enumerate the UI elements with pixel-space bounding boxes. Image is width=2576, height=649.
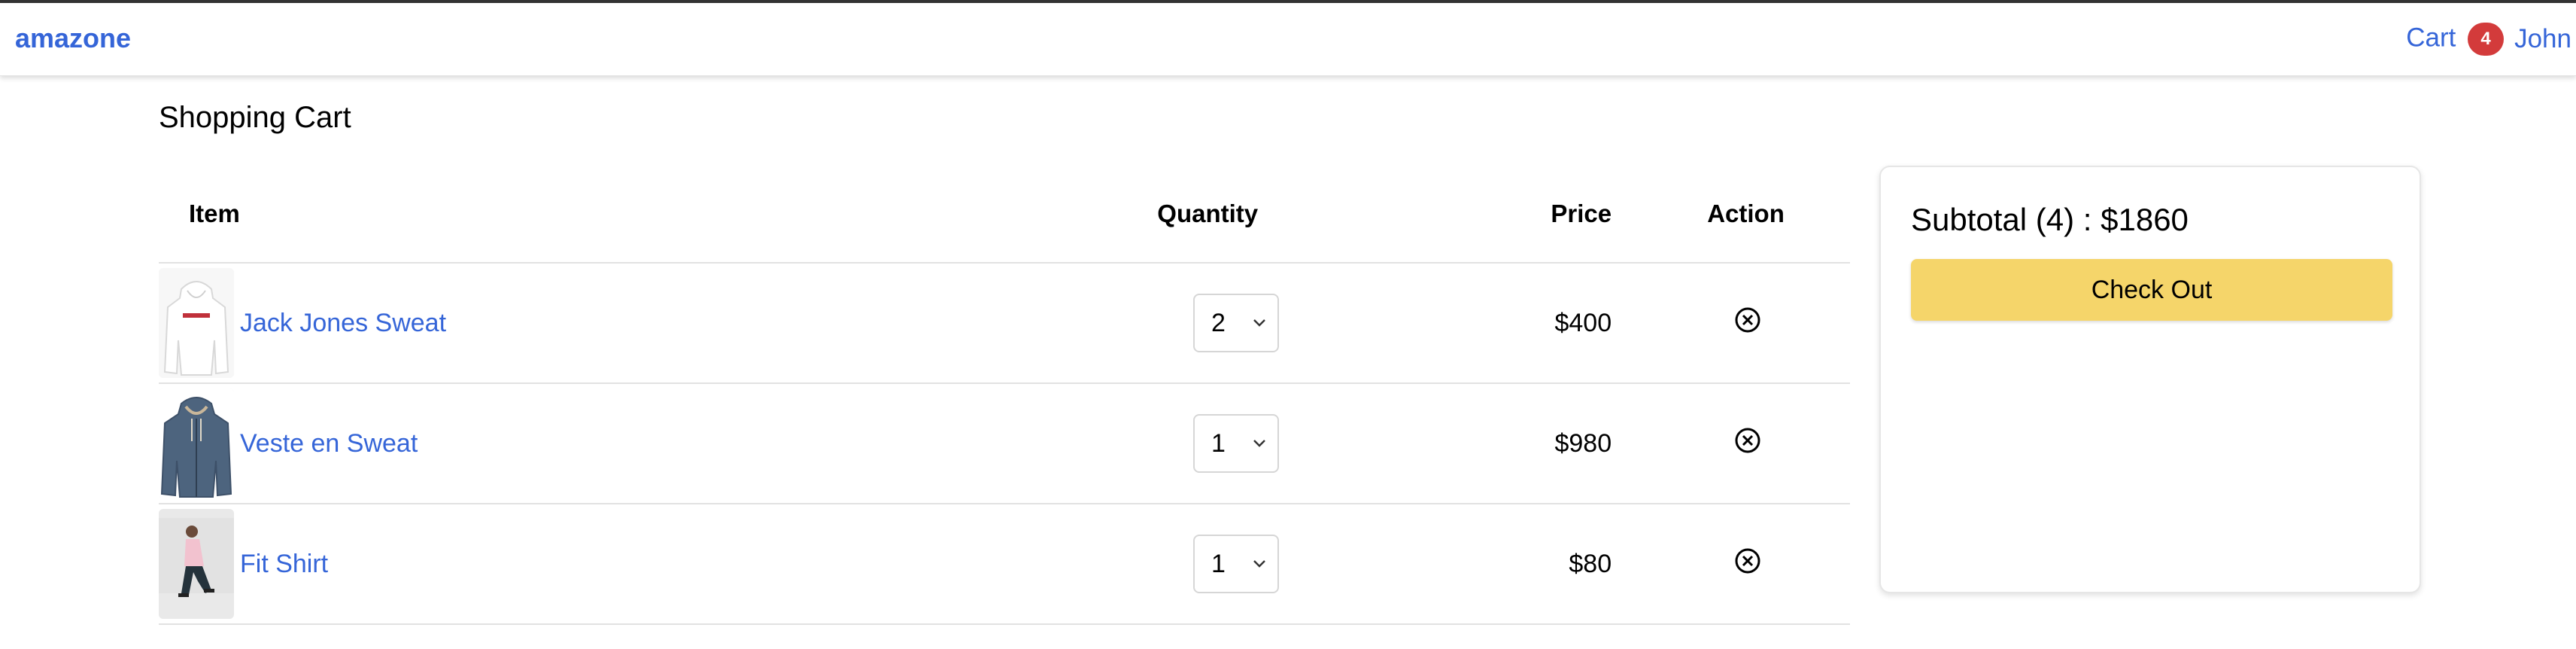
product-link[interactable]: Fit Shirt: [240, 550, 328, 579]
page-title: Shopping Cart: [159, 101, 351, 134]
chevron-down-icon: [1253, 440, 1265, 447]
price-cell: $400: [1350, 263, 1642, 384]
order-summary-card: Subtotal (4) : $1860 Check Out: [1879, 166, 2421, 593]
navbar-right: Cart 4 John: [2406, 23, 2571, 56]
header-item: Item: [159, 166, 994, 264]
item-cell: Fit Shirt: [159, 504, 994, 625]
quantity-value: 2: [1211, 308, 1226, 337]
item-cell: Jack Jones Sweat: [159, 263, 994, 384]
quantity-cell: 2: [993, 263, 1350, 384]
subtotal-text: Subtotal (4) : $1860: [1911, 202, 2189, 237]
action-cell: [1642, 504, 1850, 625]
action-cell: [1642, 263, 1850, 384]
user-menu-link[interactable]: John: [2514, 24, 2571, 54]
table-row: Veste en Sweat 1 $980: [159, 383, 1850, 504]
cart-label: Cart: [2406, 23, 2456, 53]
blue-hoodie-image: [159, 388, 234, 498]
product-link[interactable]: Jack Jones Sweat: [240, 309, 446, 338]
remove-item-icon[interactable]: [1733, 425, 1763, 456]
product-thumbnail[interactable]: [159, 268, 234, 378]
white-hoodie-image: [159, 268, 234, 378]
action-cell: [1642, 383, 1850, 504]
price-cell: $980: [1350, 383, 1642, 504]
chevron-down-icon: [1253, 560, 1265, 568]
quantity-value: 1: [1211, 549, 1226, 578]
header-action: Action: [1642, 166, 1850, 264]
header-price: Price: [1350, 166, 1642, 264]
quantity-select[interactable]: 1: [1192, 535, 1279, 593]
model-photo-image: [159, 509, 234, 619]
cart-count-badge: 4: [2468, 23, 2505, 56]
remove-item-icon[interactable]: [1733, 546, 1763, 576]
product-thumbnail[interactable]: [159, 509, 234, 619]
brand-logo-link[interactable]: amazone: [15, 23, 131, 54]
quantity-select[interactable]: 1: [1192, 414, 1279, 473]
item-cell: Veste en Sweat: [159, 383, 994, 504]
product-thumbnail[interactable]: [159, 388, 234, 498]
quantity-select[interactable]: 2: [1192, 294, 1279, 352]
cart-link[interactable]: Cart 4: [2406, 23, 2505, 56]
table-row: Jack Jones Sweat 2 $400: [159, 263, 1850, 384]
product-link[interactable]: Veste en Sweat: [240, 429, 418, 459]
quantity-value: 1: [1211, 428, 1226, 458]
price-cell: $80: [1350, 504, 1642, 625]
navbar: amazone Cart 4 John: [0, 3, 2576, 76]
chevron-down-icon: [1253, 319, 1265, 327]
remove-item-icon[interactable]: [1733, 305, 1763, 335]
checkout-button[interactable]: Check Out: [1911, 259, 2392, 321]
quantity-cell: 1: [993, 504, 1350, 625]
table-header-row: Item Quantity Price Action: [159, 166, 1850, 264]
header-quantity: Quantity: [993, 166, 1350, 264]
quantity-cell: 1: [993, 383, 1350, 504]
cart-table: Item Quantity Price Action Jack Jones Sw…: [159, 166, 1850, 625]
table-row: Fit Shirt 1 $80: [159, 504, 1850, 625]
